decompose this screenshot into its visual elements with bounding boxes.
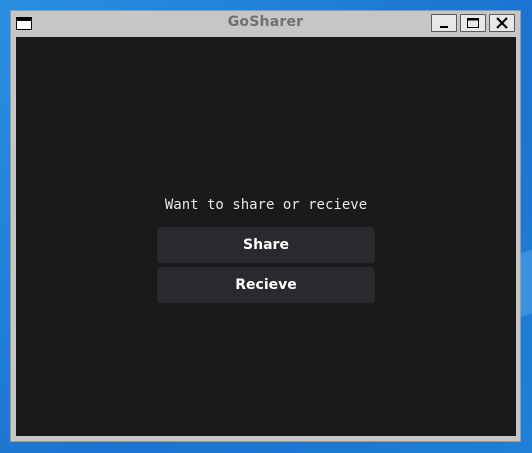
- prompt-text: Want to share or recieve: [164, 197, 368, 213]
- minimize-icon: [440, 26, 448, 28]
- desktop-background: GoSharer Want to share or recieve Share …: [0, 0, 532, 453]
- maximize-icon: [467, 18, 479, 28]
- app-content: Want to share or recieve Share Recieve: [16, 37, 516, 436]
- minimize-button[interactable]: [431, 14, 457, 32]
- title-bar[interactable]: GoSharer: [11, 11, 520, 36]
- close-icon: [496, 17, 508, 29]
- maximize-button[interactable]: [460, 14, 486, 32]
- share-button[interactable]: Share: [157, 227, 375, 263]
- app-window: GoSharer Want to share or recieve Share …: [10, 10, 521, 442]
- close-button[interactable]: [489, 14, 515, 32]
- recieve-button-label: Recieve: [235, 277, 297, 293]
- recieve-button[interactable]: Recieve: [157, 267, 375, 303]
- share-button-label: Share: [243, 237, 289, 253]
